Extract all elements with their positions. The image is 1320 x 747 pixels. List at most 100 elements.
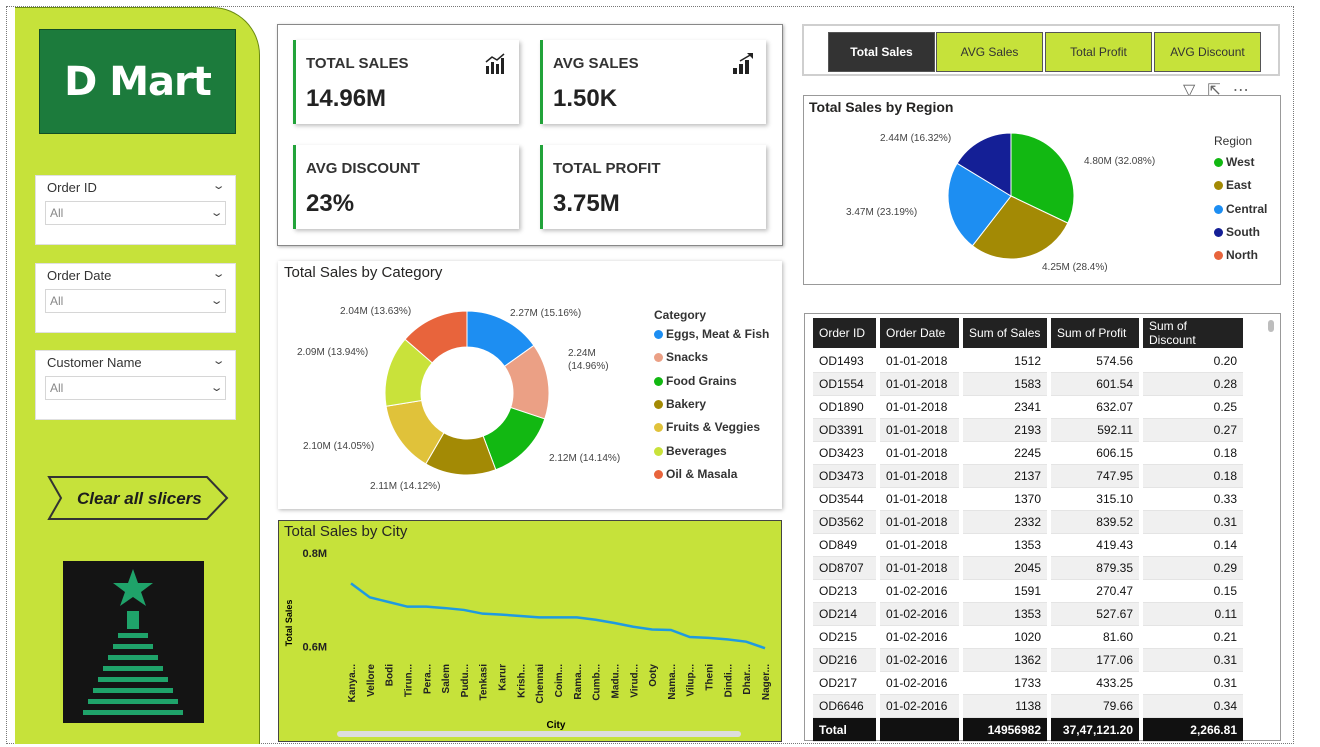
column-header[interactable]: Order Date (880, 318, 959, 350)
total-cell: Total (813, 718, 876, 742)
kpi-panel: TOTAL SALES 14.96M AVG SALES 1.50K AVG D… (277, 24, 783, 246)
table-cell: 01-01-2018 (880, 442, 959, 465)
table-cell: 01-01-2018 (880, 511, 959, 534)
table-row[interactable]: OD213 01-02-2016 1591 270.47 0.15 (813, 580, 1243, 603)
chevron-down-icon[interactable]: ⌄ (211, 354, 225, 367)
x-tick-label: Nama... (667, 664, 678, 700)
legend-item[interactable]: Oil & Masala (654, 467, 737, 481)
series-line[interactable] (350, 582, 766, 650)
table-cell: 0.31 (1143, 672, 1243, 695)
table-row[interactable]: OD6646 01-02-2016 1138 79.66 0.34 (813, 695, 1243, 718)
kpi-label: AVG SALES (553, 55, 639, 72)
table-row[interactable]: OD1554 01-01-2018 1583 601.54 0.28 (813, 373, 1243, 396)
clear-all-slicers-button[interactable]: Clear all slicers (47, 475, 229, 521)
legend-label: Food Grains (666, 374, 737, 388)
legend-item[interactable]: Snacks (654, 350, 708, 364)
table-row[interactable]: OD214 01-02-2016 1353 527.67 0.11 (813, 603, 1243, 626)
region-chart-panel[interactable]: Total Sales by Region 4.80M (32.08%) 4.2… (803, 95, 1281, 285)
kpi-total-sales[interactable]: TOTAL SALES 14.96M (293, 40, 519, 124)
legend-label: Bakery (666, 397, 707, 411)
legend-dot (654, 376, 663, 386)
vertical-scrollbar[interactable] (1268, 320, 1274, 332)
legend-dot (1214, 180, 1223, 190)
slicer-order-id[interactable]: Order ID ⌄ All ⌄ (35, 175, 236, 245)
kpi-total-profit[interactable]: TOTAL PROFIT 3.75M (540, 145, 766, 229)
legend-item[interactable]: South (1214, 225, 1260, 239)
table-cell: 419.43 (1051, 534, 1139, 557)
slicer-order-date[interactable]: Order Date ⌄ All ⌄ (35, 263, 236, 333)
table-cell: 592.11 (1051, 419, 1139, 442)
legend-item[interactable]: East (1214, 178, 1251, 192)
column-header[interactable]: Order ID (813, 318, 876, 350)
table-cell: 1733 (963, 672, 1047, 695)
horizontal-scrollbar[interactable] (337, 731, 741, 737)
table-row[interactable]: OD216 01-02-2016 1362 177.06 0.31 (813, 649, 1243, 672)
kpi-avg-sales[interactable]: AVG SALES 1.50K (540, 40, 766, 124)
measure-button-avg-discount[interactable]: AVG Discount (1154, 32, 1261, 72)
x-tick-label: Tirun... (403, 664, 414, 697)
y-tick-label: 0.8M (303, 548, 327, 560)
column-header[interactable]: Sum of Profit (1051, 318, 1139, 350)
legend-item[interactable]: North (1214, 248, 1258, 262)
table-cell: 0.18 (1143, 465, 1243, 488)
measure-button-avg-sales[interactable]: AVG Sales (936, 32, 1043, 72)
slicer-dropdown[interactable]: All ⌄ (45, 289, 226, 313)
table-row[interactable]: OD217 01-02-2016 1733 433.25 0.31 (813, 672, 1243, 695)
legend-item[interactable]: Food Grains (654, 374, 737, 388)
total-cell (880, 718, 959, 742)
slicer-dropdown[interactable]: All ⌄ (45, 376, 226, 400)
measure-button-total-profit[interactable]: Total Profit (1045, 32, 1152, 72)
table-row[interactable]: OD1493 01-01-2018 1512 574.56 0.20 (813, 350, 1243, 373)
table-row[interactable]: OD8707 01-01-2018 2045 879.35 0.29 (813, 557, 1243, 580)
slicer-dropdown[interactable]: All ⌄ (45, 201, 226, 225)
table-cell: 1138 (963, 695, 1047, 718)
x-tick-label: Vilup... (686, 664, 697, 697)
table-row[interactable]: OD3423 01-01-2018 2245 606.15 0.18 (813, 442, 1243, 465)
table-row[interactable]: OD3473 01-01-2018 2137 747.95 0.18 (813, 465, 1243, 488)
legend-item[interactable]: Fruits & Veggies (654, 420, 760, 434)
table-cell: OD213 (813, 580, 876, 603)
table-cell: 0.33 (1143, 488, 1243, 511)
column-header[interactable]: Sum of Discount (1143, 318, 1243, 350)
x-tick-label: Chennai (535, 664, 546, 704)
table-row[interactable]: OD1890 01-01-2018 2341 632.07 0.25 (813, 396, 1243, 419)
x-tick-label: Karur (498, 664, 509, 691)
legend-item[interactable]: Bakery (654, 397, 706, 411)
legend-dot (654, 469, 663, 479)
legend-label: South (1226, 225, 1260, 239)
table-cell: OD3473 (813, 465, 876, 488)
slicer-customer-name[interactable]: Customer Name ⌄ All ⌄ (35, 350, 236, 420)
table-cell: OD214 (813, 603, 876, 626)
legend-item[interactable]: Eggs, Meat & Fish (654, 327, 769, 341)
x-tick-label: Tenkasi (479, 664, 490, 701)
total-cell: 14956982 (963, 718, 1047, 742)
chevron-down-icon: ⌄ (209, 382, 224, 394)
table-cell: 0.25 (1143, 396, 1243, 419)
table-cell: 01-02-2016 (880, 580, 959, 603)
legend-item[interactable]: Central (1214, 202, 1267, 216)
table-row[interactable]: OD3544 01-01-2018 1370 315.10 0.33 (813, 488, 1243, 511)
table-cell: 0.31 (1143, 649, 1243, 672)
x-tick-label: Dhar... (742, 664, 753, 695)
table-cell: 839.52 (1051, 511, 1139, 534)
table-row[interactable]: OD215 01-02-2016 1020 81.60 0.21 (813, 626, 1243, 649)
table-cell: 81.60 (1051, 626, 1139, 649)
chevron-down-icon[interactable]: ⌄ (211, 179, 225, 192)
legend-dot (1214, 157, 1223, 167)
data-label: 2.27M (15.16%) (510, 308, 582, 319)
chevron-down-icon[interactable]: ⌄ (211, 267, 225, 280)
legend-item[interactable]: West (1214, 155, 1254, 169)
table-row[interactable]: OD3562 01-01-2018 2332 839.52 0.31 (813, 511, 1243, 534)
legend-item[interactable]: Beverages (654, 444, 727, 458)
table-cell: 1020 (963, 626, 1047, 649)
category-chart-panel[interactable]: Total Sales by Category 2.27M (15.16%) 2… (278, 261, 782, 509)
column-header[interactable]: Sum of Sales (963, 318, 1047, 350)
measure-button-total-sales[interactable]: Total Sales (828, 32, 935, 72)
table-row[interactable]: OD849 01-01-2018 1353 419.43 0.14 (813, 534, 1243, 557)
table-cell: 2332 (963, 511, 1047, 534)
kpi-avg-discount[interactable]: AVG DISCOUNT 23% (293, 145, 519, 229)
pie-chart (947, 132, 1075, 260)
table-row[interactable]: OD3391 01-01-2018 2193 592.11 0.27 (813, 419, 1243, 442)
table-cell: 2245 (963, 442, 1047, 465)
city-chart-panel[interactable]: Total Sales by City 0.8M 0.6M Total Sales K… (278, 520, 782, 742)
